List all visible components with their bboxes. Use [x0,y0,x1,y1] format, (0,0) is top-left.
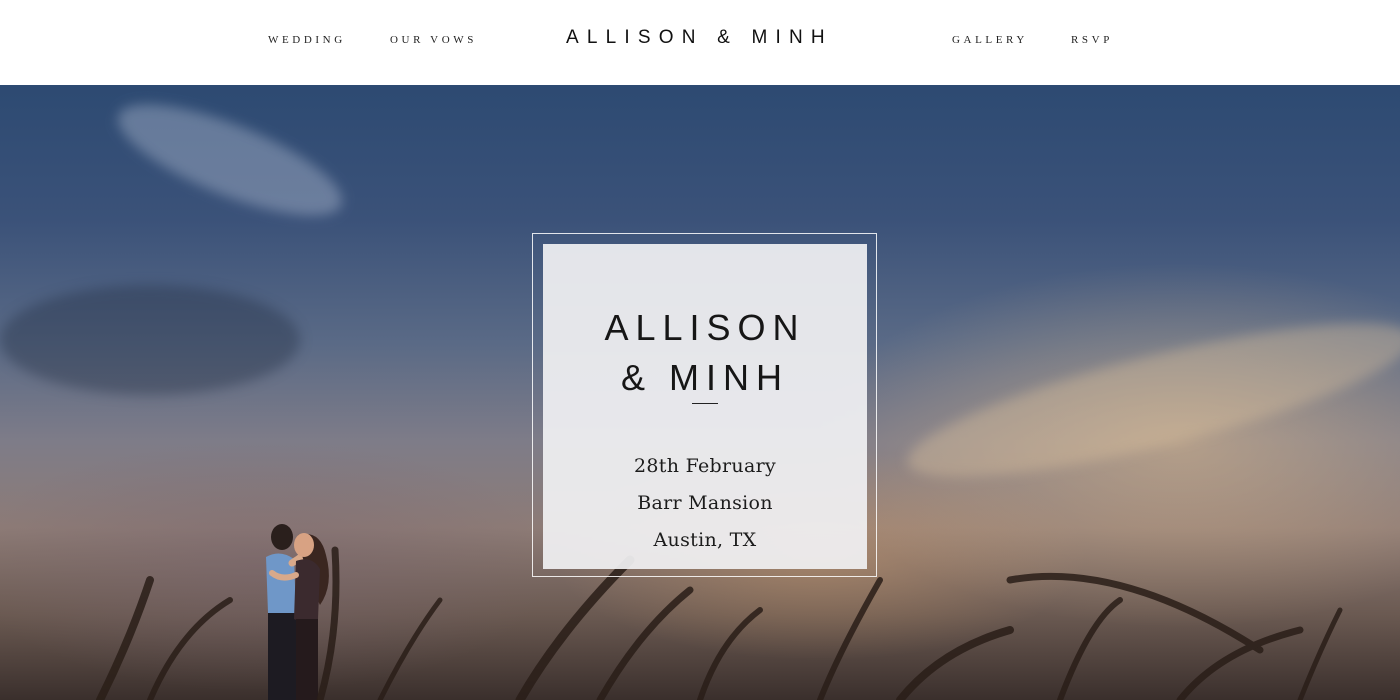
wedding-venue: Barr Mansion [637,492,773,514]
cloud-wisp [105,85,355,238]
site-brand-logo[interactable]: ALLISON & MINH [566,27,846,49]
wedding-city: Austin, TX [653,529,757,551]
top-navigation-bar: WEDDING OUR VOWS ALLISON & MINH GALLERY … [0,0,1400,85]
hero-photo-banner: ALLISON & MINH 28th February Barr Mansio… [0,85,1400,700]
cloud-dark [0,285,300,395]
nav-link-rsvp[interactable]: RSVP [1071,34,1113,46]
card-name-line-2: & MINH [621,357,789,398]
card-divider [692,403,718,404]
cloud-band [896,293,1400,507]
card-name-line-1: ALLISON [604,307,806,348]
nav-link-wedding[interactable]: WEDDING [268,34,346,46]
nav-link-gallery[interactable]: GALLERY [952,34,1028,46]
nav-link-our-vows[interactable]: OUR VOWS [390,34,477,46]
invitation-card: ALLISON & MINH 28th February Barr Mansio… [543,244,867,569]
wedding-date: 28th February [633,455,776,477]
